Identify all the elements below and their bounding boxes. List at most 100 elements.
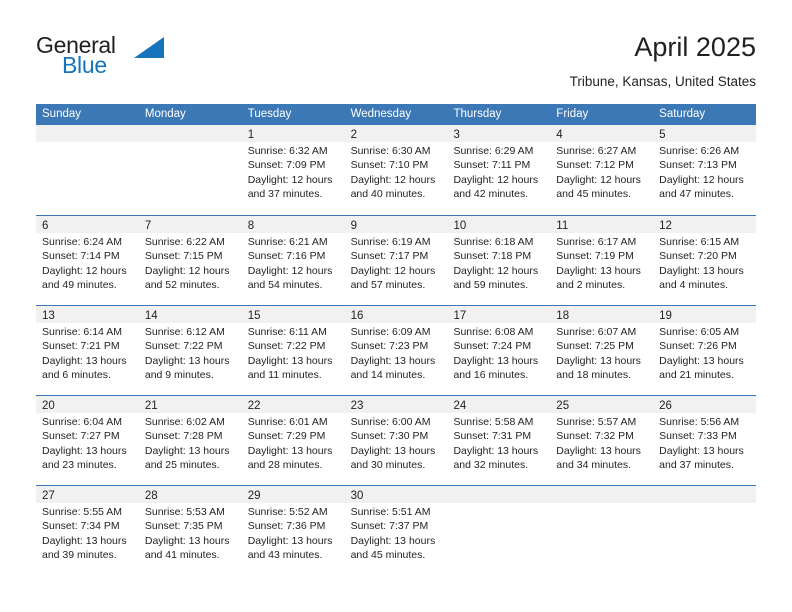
daylight-duration-line2: and 25 minutes.	[144, 458, 220, 471]
day-number-strip: 7	[138, 216, 242, 233]
day-number: 17	[453, 310, 467, 322]
sunrise-time: Sunrise: 5:52 AM	[247, 506, 328, 518]
calendar-week-row: 1 Sunrise: 6:32 AM Sunset: 7:09 PM Daylight…	[36, 125, 757, 215]
calendar-week-row: 20 Sunrise: 6:04 AM Sunset: 7:27 PM Dayligh…	[36, 395, 757, 485]
day-number: 23	[350, 400, 364, 412]
calendar-day-cell[interactable]: 6 Sunrise: 6:24 AM Sunset: 7:14 PM Daylight…	[36, 216, 139, 305]
day-info: Sunrise: 6:09 AM Sunset: 7:23 PM Daylight:…	[345, 323, 448, 382]
calendar-day-cell[interactable]: 17 Sunrise: 6:08 AM Sunset: 7:24 PM Dayligh…	[447, 306, 551, 395]
sunrise-time: Sunrise: 6:21 AM	[247, 236, 328, 248]
daylight-duration-line2: and 30 minutes.	[350, 458, 426, 471]
day-info	[139, 142, 242, 144]
day-number-strip: 21	[138, 396, 242, 413]
calendar-day-cell[interactable]: 22 Sunrise: 6:01 AM Sunset: 7:29 PM Dayligh…	[241, 396, 345, 485]
day-info: Sunrise: 6:29 AM Sunset: 7:11 PM Daylight:…	[447, 142, 550, 201]
day-info: Sunrise: 6:21 AM Sunset: 7:16 PM Daylight:…	[242, 233, 345, 292]
weekday-header-row: Sunday Monday Tuesday Wednesday Thursday Frid…	[36, 104, 756, 125]
day-number-strip	[138, 125, 242, 142]
calendar-day-cell[interactable]: 1 Sunrise: 6:32 AM Sunset: 7:09 PM Daylight…	[241, 125, 345, 215]
day-number: 21	[144, 400, 158, 412]
calendar-day-cell[interactable]: 18 Sunrise: 6:07 AM Sunset: 7:25 PM Dayligh…	[550, 306, 654, 395]
day-number: 24	[453, 400, 467, 412]
daylight-duration-line2: and 41 minutes.	[144, 548, 220, 561]
calendar-day-cell[interactable]: 7 Sunrise: 6:22 AM Sunset: 7:15 PM Daylight…	[138, 216, 242, 305]
sunset-time: Sunset: 7:14 PM	[42, 250, 120, 263]
daylight-duration-line1: Daylight: 13 hours	[42, 444, 127, 457]
daylight-duration-line1: Daylight: 12 hours	[453, 264, 539, 277]
calendar-day-cell[interactable]: 19 Sunrise: 6:05 AM Sunset: 7:26 PM Dayligh…	[653, 306, 757, 395]
day-number-strip	[550, 486, 654, 503]
calendar-day-cell[interactable]: 16 Sunrise: 6:09 AM Sunset: 7:23 PM Dayligh…	[344, 306, 448, 395]
sunrise-time: Sunrise: 6:07 AM	[556, 326, 637, 338]
calendar-day-cell[interactable]: 15 Sunrise: 6:11 AM Sunset: 7:22 PM Dayligh…	[241, 306, 345, 395]
day-number-strip: 15	[241, 306, 345, 323]
daylight-duration-line2: and 57 minutes.	[350, 278, 426, 291]
calendar-day-cell[interactable]: 9 Sunrise: 6:19 AM Sunset: 7:17 PM Daylight…	[344, 216, 448, 305]
daylight-duration-line2: and 37 minutes.	[247, 187, 323, 200]
calendar-day-cell[interactable]: 4 Sunrise: 6:27 AM Sunset: 7:12 PM Daylight…	[550, 125, 654, 215]
calendar-day-cell[interactable]: 28 Sunrise: 5:53 AM Sunset: 7:35 PM Dayligh…	[138, 486, 242, 575]
day-number: 20	[42, 400, 55, 412]
weekday-header-monday: Monday	[144, 108, 186, 120]
daylight-duration-line2: and 39 minutes.	[42, 548, 117, 561]
sunrise-time: Sunrise: 6:01 AM	[247, 416, 328, 428]
daylight-duration-line1: Daylight: 13 hours	[659, 354, 744, 367]
day-number: 28	[144, 490, 158, 502]
calendar-day-cell[interactable]: 2 Sunrise: 6:30 AM Sunset: 7:10 PM Daylight…	[344, 125, 448, 215]
day-number-strip: 4	[550, 125, 654, 142]
sunrise-time: Sunrise: 5:57 AM	[556, 416, 637, 428]
calendar-day-cell[interactable]: 21 Sunrise: 6:02 AM Sunset: 7:28 PM Dayligh…	[138, 396, 242, 485]
day-number: 14	[144, 310, 158, 322]
day-number: 2	[350, 129, 357, 141]
daylight-duration-line2: and 34 minutes.	[556, 458, 632, 471]
calendar-day-cell[interactable]: 14 Sunrise: 6:12 AM Sunset: 7:22 PM Dayligh…	[138, 306, 242, 395]
logo-triangle-icon	[134, 37, 164, 58]
calendar-day-cell[interactable]: 12 Sunrise: 6:15 AM Sunset: 7:20 PM Dayligh…	[653, 216, 757, 305]
calendar-week-row: 6 Sunrise: 6:24 AM Sunset: 7:14 PM Daylight…	[36, 215, 757, 305]
sunset-time: Sunset: 7:11 PM	[453, 159, 531, 172]
calendar-day-cell[interactable]: 27 Sunrise: 5:55 AM Sunset: 7:34 PM Dayligh…	[36, 486, 139, 575]
calendar-day-cell[interactable]: 11 Sunrise: 6:17 AM Sunset: 7:19 PM Dayligh…	[550, 216, 654, 305]
calendar-day-cell[interactable]: 25 Sunrise: 5:57 AM Sunset: 7:32 PM Dayligh…	[550, 396, 654, 485]
calendar-day-cell-empty	[36, 125, 139, 215]
sunset-time: Sunset: 7:33 PM	[659, 430, 737, 443]
day-number-strip: 6	[36, 216, 139, 233]
day-number: 7	[144, 220, 152, 232]
daylight-duration-line2: and 45 minutes.	[350, 548, 426, 561]
calendar-day-cell-empty	[447, 486, 551, 575]
calendar-day-cell[interactable]: 29 Sunrise: 5:52 AM Sunset: 7:36 PM Dayligh…	[241, 486, 345, 575]
day-info: Sunrise: 6:00 AM Sunset: 7:30 PM Daylight:…	[345, 413, 448, 472]
daylight-duration-line1: Daylight: 12 hours	[556, 173, 641, 186]
calendar-day-cell[interactable]: 13 Sunrise: 6:14 AM Sunset: 7:21 PM Dayligh…	[36, 306, 139, 395]
sunset-time: Sunset: 7:37 PM	[350, 520, 429, 533]
day-number-strip: 17	[447, 306, 551, 323]
day-number-strip: 10	[447, 216, 551, 233]
general-blue-logo[interactable]: General Blue	[36, 34, 236, 86]
calendar-day-cell[interactable]: 10 Sunrise: 6:18 AM Sunset: 7:18 PM Dayligh…	[447, 216, 551, 305]
calendar-day-cell[interactable]: 30 Sunrise: 5:51 AM Sunset: 7:37 PM Dayligh…	[344, 486, 448, 575]
calendar-day-cell[interactable]: 26 Sunrise: 5:56 AM Sunset: 7:33 PM Dayligh…	[653, 396, 757, 485]
day-number-strip	[447, 486, 551, 503]
daylight-duration-line1: Daylight: 13 hours	[350, 354, 436, 367]
day-info: Sunrise: 6:02 AM Sunset: 7:28 PM Daylight:…	[139, 413, 242, 472]
daylight-duration-line1: Daylight: 13 hours	[659, 264, 744, 277]
calendar-day-cell[interactable]: 20 Sunrise: 6:04 AM Sunset: 7:27 PM Dayligh…	[36, 396, 139, 485]
day-number: 13	[42, 310, 55, 322]
weekday-header-wednesday: Wednesday	[350, 108, 412, 120]
sunset-time: Sunset: 7:19 PM	[556, 250, 634, 263]
calendar-day-cell[interactable]: 8 Sunrise: 6:21 AM Sunset: 7:16 PM Daylight…	[241, 216, 345, 305]
calendar-day-cell[interactable]: 3 Sunrise: 6:29 AM Sunset: 7:11 PM Daylight…	[447, 125, 551, 215]
day-number: 4	[556, 129, 563, 141]
sunset-time: Sunset: 7:36 PM	[247, 520, 326, 533]
day-number: 16	[350, 310, 364, 322]
daylight-duration-line2: and 43 minutes.	[247, 548, 323, 561]
daylight-duration-line2: and 40 minutes.	[350, 187, 426, 200]
daylight-duration-line2: and 23 minutes.	[42, 458, 117, 471]
calendar-day-cell[interactable]: 23 Sunrise: 6:00 AM Sunset: 7:30 PM Dayligh…	[344, 396, 448, 485]
calendar-day-cell[interactable]: 24 Sunrise: 5:58 AM Sunset: 7:31 PM Dayligh…	[447, 396, 551, 485]
calendar-day-cell[interactable]: 5 Sunrise: 6:26 AM Sunset: 7:13 PM Daylight…	[653, 125, 757, 215]
day-info: Sunrise: 6:11 AM Sunset: 7:22 PM Daylight:…	[242, 323, 345, 382]
day-number-strip: 26	[653, 396, 757, 413]
daylight-duration-line1: Daylight: 13 hours	[144, 354, 230, 367]
daylight-duration-line2: and 9 minutes.	[144, 368, 214, 381]
